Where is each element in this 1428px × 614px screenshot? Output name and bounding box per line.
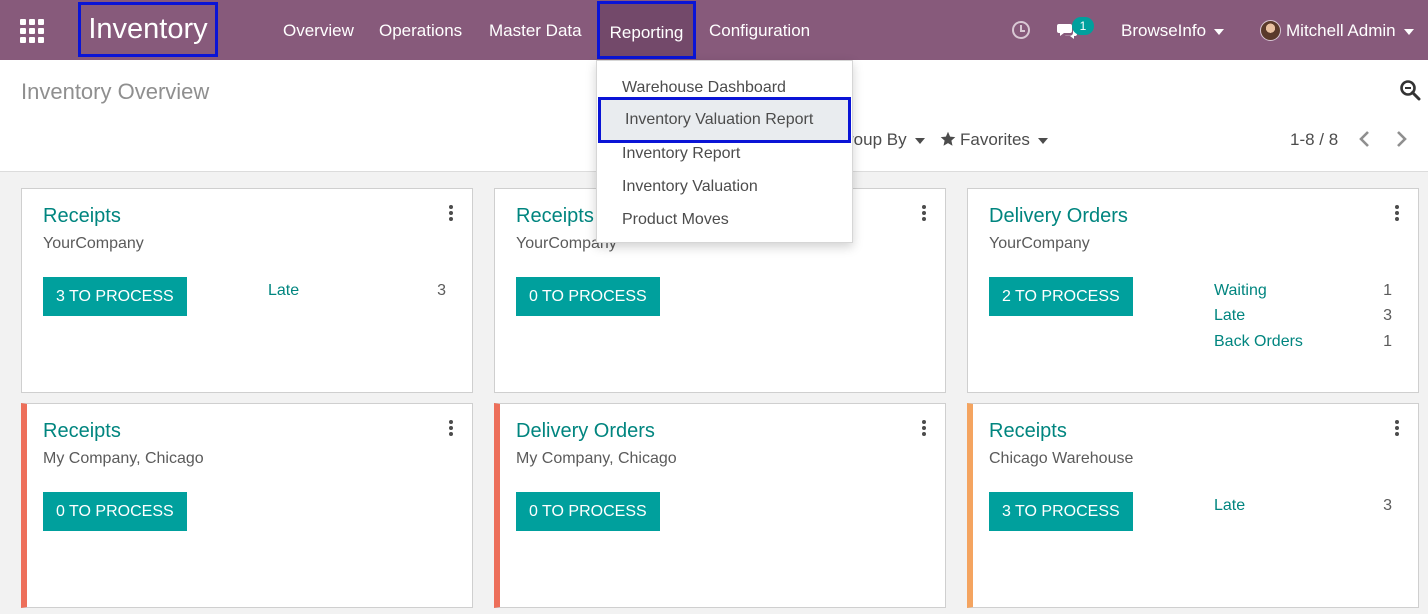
card-options-icon[interactable]: [448, 205, 454, 221]
messages-count-badge: 1: [1072, 17, 1094, 35]
page-title: Inventory Overview: [21, 79, 210, 104]
card-title[interactable]: Receipts: [989, 420, 1067, 443]
menu-reporting[interactable]: Reporting: [597, 1, 696, 59]
favorites-label: Favorites: [960, 130, 1030, 149]
operation-card-receipts-chicago: Receipts My Company, Chicago 0 TO PROCES…: [21, 403, 473, 608]
caret-down-icon: [1214, 28, 1225, 35]
to-process-button[interactable]: 0 TO PROCESS: [516, 492, 660, 531]
stat-late-link[interactable]: Late: [268, 282, 299, 300]
top-navbar: Inventory Overview Operations Master Dat…: [0, 0, 1428, 60]
menu-item-inventory-valuation[interactable]: Inventory Valuation: [597, 170, 852, 203]
search-icon[interactable]: [1399, 79, 1421, 101]
pager-previous-icon[interactable]: [1356, 128, 1374, 150]
to-process-button[interactable]: 0 TO PROCESS: [43, 492, 187, 531]
pager-value[interactable]: 1-8 / 8: [1290, 130, 1338, 150]
company-name: BrowseInfo: [1121, 21, 1207, 40]
operation-card-receipts-chicago-warehouse: Receipts Chicago Warehouse 3 TO PROCESS …: [967, 403, 1419, 608]
activity-clock-icon[interactable]: [1012, 21, 1030, 39]
card-company: My Company, Chicago: [516, 450, 677, 467]
stat-waiting-count: 1: [1383, 282, 1392, 299]
stat-late-count: 3: [437, 282, 446, 299]
operation-card-receipts-yourcompany: Receipts YourCompany 3 TO PROCESS Late 3: [21, 188, 473, 393]
card-company: My Company, Chicago: [43, 450, 204, 467]
operation-card-delivery-yourcompany: Delivery Orders YourCompany 2 TO PROCESS…: [967, 188, 1419, 393]
menu-item-inventory-report[interactable]: Inventory Report: [597, 137, 852, 170]
menu-overview[interactable]: Overview: [283, 0, 354, 60]
star-icon: [940, 131, 956, 146]
favorites-dropdown[interactable]: Favorites: [940, 130, 1048, 150]
caret-down-icon: [1037, 137, 1048, 144]
card-options-icon[interactable]: [448, 420, 454, 436]
caret-down-icon: [1403, 28, 1414, 35]
stat-late-count: 3: [1383, 307, 1392, 324]
menu-operations[interactable]: Operations: [379, 0, 462, 60]
card-options-icon[interactable]: [1394, 420, 1400, 436]
card-title[interactable]: Receipts: [516, 205, 594, 228]
stat-late-link[interactable]: Late: [1214, 497, 1245, 515]
pager-next-icon[interactable]: [1392, 128, 1410, 150]
menu-item-product-moves[interactable]: Product Moves: [597, 203, 852, 236]
card-company: YourCompany: [989, 235, 1090, 252]
card-options-icon[interactable]: [921, 205, 927, 221]
user-name: Mitchell Admin: [1286, 21, 1396, 40]
user-avatar[interactable]: [1260, 20, 1281, 41]
card-title[interactable]: Receipts: [43, 205, 121, 228]
to-process-button[interactable]: 0 TO PROCESS: [516, 277, 660, 316]
card-title[interactable]: Delivery Orders: [516, 420, 655, 443]
to-process-button[interactable]: 3 TO PROCESS: [989, 492, 1133, 531]
menu-master-data[interactable]: Master Data: [489, 0, 582, 60]
company-switcher[interactable]: BrowseInfo: [1121, 0, 1225, 60]
card-options-icon[interactable]: [1394, 205, 1400, 221]
operation-card-delivery-chicago: Delivery Orders My Company, Chicago 0 TO…: [494, 403, 946, 608]
caret-down-icon: [914, 137, 925, 144]
card-company: YourCompany: [43, 235, 144, 252]
card-company: Chicago Warehouse: [989, 450, 1134, 467]
stat-back-orders-count: 1: [1383, 333, 1392, 350]
to-process-button[interactable]: 2 TO PROCESS: [989, 277, 1133, 316]
stat-waiting-link[interactable]: Waiting: [1214, 282, 1267, 300]
card-options-icon[interactable]: [921, 420, 927, 436]
card-title[interactable]: Delivery Orders: [989, 205, 1128, 228]
apps-menu-icon[interactable]: [20, 19, 44, 43]
reporting-dropdown-menu: Warehouse Dashboard Inventory Valuation …: [596, 60, 853, 243]
to-process-button[interactable]: 3 TO PROCESS: [43, 277, 187, 316]
card-title[interactable]: Receipts: [43, 420, 121, 443]
stat-back-orders-link[interactable]: Back Orders: [1214, 333, 1303, 351]
menu-configuration[interactable]: Configuration: [709, 0, 810, 60]
group-by-dropdown[interactable]: roup By: [848, 130, 925, 150]
user-menu[interactable]: Mitchell Admin: [1286, 0, 1414, 60]
stat-late-link[interactable]: Late: [1214, 307, 1245, 325]
app-title[interactable]: Inventory: [78, 2, 218, 57]
group-by-label: roup By: [848, 130, 907, 149]
stat-late-count: 3: [1383, 497, 1392, 514]
